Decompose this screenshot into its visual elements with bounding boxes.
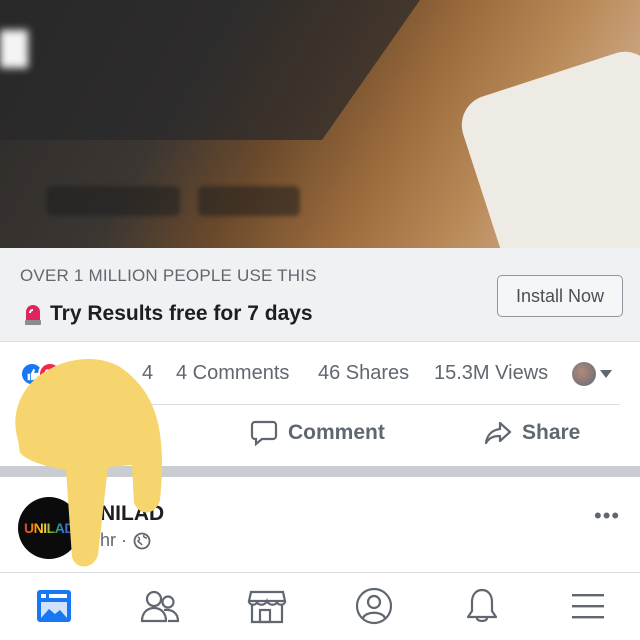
video-glare (0, 30, 28, 68)
comments-count[interactable]: 4 Comments (176, 362, 289, 385)
page-name[interactable]: NILAD (100, 502, 164, 526)
more-options-icon[interactable]: ••• (594, 503, 620, 529)
menu-icon[interactable] (566, 584, 610, 628)
video-shadow (0, 0, 420, 140)
ad-title[interactable]: Try Results free for 7 days (22, 302, 313, 326)
page-avatar[interactable]: UNILAD (18, 497, 80, 559)
friends-icon[interactable] (138, 584, 182, 628)
post-separator (0, 466, 640, 477)
comment-icon (250, 420, 278, 446)
page-avatar-logo: UNILAD (24, 520, 74, 536)
share-button[interactable]: Share (484, 420, 580, 446)
avatar (572, 362, 596, 386)
profile-icon[interactable] (352, 584, 396, 628)
post-time: hr · (100, 530, 127, 550)
globe-icon (133, 532, 151, 549)
reaction-count: 4 (142, 362, 154, 384)
shares-count[interactable]: 46 Shares (318, 362, 409, 385)
ad-video[interactable] (0, 0, 640, 248)
siren-icon (25, 305, 41, 325)
views-count: 15.3M Views (434, 362, 549, 384)
reaction-audience-selector[interactable] (572, 362, 612, 386)
share-icon (484, 421, 512, 445)
notifications-icon[interactable] (460, 584, 504, 628)
video-highlight (453, 43, 640, 248)
reactions-summary[interactable]: 4 (20, 362, 153, 386)
divider (20, 404, 620, 405)
video-overlay-badge (198, 186, 300, 216)
ad-title-text: Try Results free for 7 days (50, 302, 313, 325)
comment-label: Comment (288, 421, 385, 444)
bottom-tab-bar (0, 572, 640, 640)
marketplace-icon[interactable] (245, 584, 289, 628)
video-overlay-badge (46, 186, 180, 216)
share-label: Share (522, 421, 581, 444)
comment-button[interactable]: Comment (250, 420, 385, 446)
news-feed-icon[interactable] (32, 584, 76, 628)
install-now-button[interactable]: Install Now (497, 275, 623, 317)
ad-kicker-text: OVER 1 MILLION PEOPLE USE THIS (20, 266, 317, 285)
post-meta: hr · (100, 530, 151, 551)
love-reaction-icon (38, 362, 62, 386)
caret-down-icon (600, 370, 612, 378)
